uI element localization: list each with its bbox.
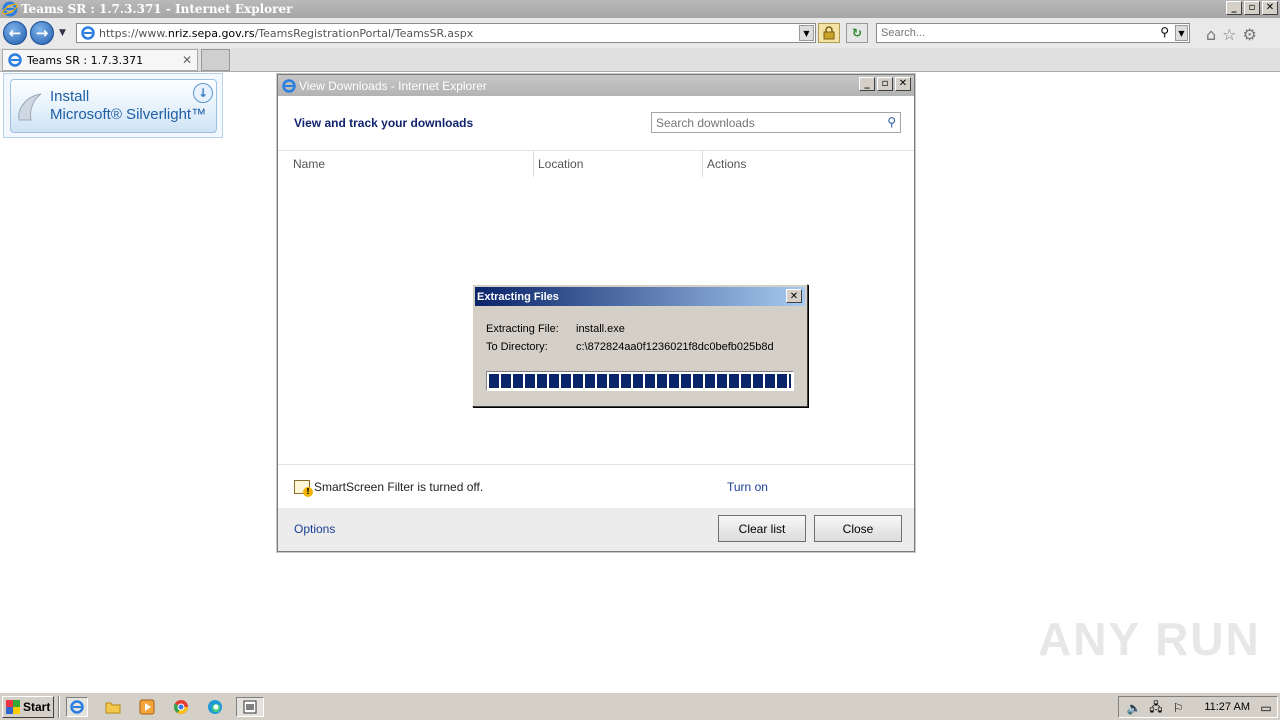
extracting-close-button[interactable]: ✕ [786,289,802,303]
to-directory-label: To Directory: [486,341,548,353]
home-icon[interactable]: ⌂ [1206,25,1216,44]
progress-fill [489,374,791,388]
search-icon[interactable]: ⚲ [1160,25,1169,39]
new-tab-button[interactable] [201,49,230,71]
downloads-column-headers: Name Location Actions [278,150,914,177]
extractor-taskbar-icon[interactable] [236,697,264,717]
back-button[interactable]: ← [3,21,27,45]
downloads-search-box[interactable]: ⚲ [651,112,901,133]
search-box[interactable]: ⚲ ▼ [876,23,1190,43]
lock-icon[interactable] [818,23,840,43]
column-location[interactable]: Location [533,151,583,177]
downloads-minimize-button[interactable]: _ [859,77,875,91]
forward-button[interactable]: → [30,21,54,45]
downloads-title: View Downloads - Internet Explorer [299,78,487,93]
close-tab-icon[interactable]: ✕ [182,53,192,67]
downloads-close-button[interactable]: ✕ [895,77,911,91]
action-center-flag-icon[interactable]: ⚐ [1167,698,1189,718]
tab-label: Teams SR : 1.7.3.371 [27,53,144,67]
close-button[interactable]: Close [814,515,902,542]
turn-on-link[interactable]: Turn on [727,480,768,494]
browser-title-bar: Teams SR : 1.7.3.371 - Internet Explorer… [0,0,1280,18]
extracting-file-label: Extracting File: [486,323,559,335]
page-icon [81,26,95,40]
gear-icon[interactable]: ⚙ [1243,25,1257,44]
smartscreen-warning-icon [294,480,313,497]
silverlight-line1: Install [50,88,90,105]
downloads-footer: Options Clear list Close [278,508,914,551]
downloads-search-icon[interactable]: ⚲ [887,115,896,129]
install-silverlight-banner[interactable]: Install Microsoft® Silverlight™ ↓ [3,73,223,138]
start-button[interactable]: Start [2,696,54,718]
silverlight-line2: Microsoft® Silverlight™ [50,106,207,123]
to-directory-value: c:\872824aa0f1236021f8dc0befb025b8d [576,341,774,353]
history-dropdown-icon[interactable]: ▼ [59,28,66,38]
downloads-search-input[interactable] [652,115,872,130]
tab-row: Teams SR : 1.7.3.371 ✕ [0,48,1280,72]
extracting-file-value: install.exe [576,323,625,335]
taskbar: Start 🔈 🖧 ⚐ 11:27 AM ▭ [0,692,1280,720]
refresh-icon[interactable]: ↻ [846,23,868,43]
explorer-folder-icon[interactable] [102,697,124,717]
search-input[interactable] [877,27,1147,39]
restore-button[interactable]: ▫ [1244,1,1260,15]
navigation-bar: ← → ▼ https://www.nriz.sepa.gov.rs/Teams… [0,18,1280,48]
smartscreen-status: SmartScreen Filter is turned off. [314,480,484,494]
download-arrow-icon: ↓ [193,83,213,103]
show-desktop-icon[interactable]: ▭ [1255,698,1277,718]
clear-list-button[interactable]: Clear list [718,515,806,542]
tab-teams-sr[interactable]: Teams SR : 1.7.3.371 ✕ [2,49,198,71]
network-icon[interactable]: 🖧 [1145,698,1167,718]
system-tray: 🔈 🖧 ⚐ 11:27 AM ▭ [1118,696,1278,718]
smartscreen-bar: SmartScreen Filter is turned off. Turn o… [278,464,914,508]
edge-icon[interactable] [204,697,226,717]
ie-taskbar-icon[interactable] [66,697,88,717]
volume-icon[interactable]: 🔈 [1123,698,1145,718]
favorites-star-icon[interactable]: ☆ [1222,25,1236,44]
downloads-ie-icon [282,78,296,93]
internet-explorer-icon [2,1,18,17]
address-bar[interactable]: https://www.nriz.sepa.gov.rs/TeamsRegist… [76,23,816,43]
chrome-icon[interactable] [170,697,192,717]
silverlight-logo-icon [18,93,42,121]
media-player-icon[interactable] [136,697,158,717]
column-actions[interactable]: Actions [702,151,746,177]
taskbar-separator [58,696,60,718]
downloads-maximize-button[interactable]: ▫ [877,77,893,91]
extracting-title: Extracting Files [477,290,559,303]
minimize-button[interactable]: _ [1226,1,1242,15]
extracting-files-dialog: Extracting Files ✕ Extracting File: inst… [472,284,808,407]
extraction-progress-bar [486,371,794,391]
options-link[interactable]: Options [294,522,335,536]
tab-page-icon [8,53,22,67]
downloads-title-bar: View Downloads - Internet Explorer _ ▫ ✕ [278,75,914,96]
downloads-heading: View and track your downloads [294,116,474,130]
close-window-button[interactable]: ✕ [1262,1,1278,15]
anyrun-watermark: ANY RUN [1038,613,1261,665]
windows-logo-icon [6,700,20,714]
address-dropdown-icon[interactable]: ▼ [799,25,814,41]
clock[interactable]: 11:27 AM [1204,701,1250,713]
search-dropdown-icon[interactable]: ▼ [1175,25,1188,41]
start-label: Start [23,700,51,714]
address-url[interactable]: https://www.nriz.sepa.gov.rs/TeamsRegist… [99,27,473,40]
window-title: Teams SR : 1.7.3.371 - Internet Explorer [21,2,293,16]
column-name[interactable]: Name [293,151,325,177]
extracting-title-bar: Extracting Files ✕ [475,287,805,306]
